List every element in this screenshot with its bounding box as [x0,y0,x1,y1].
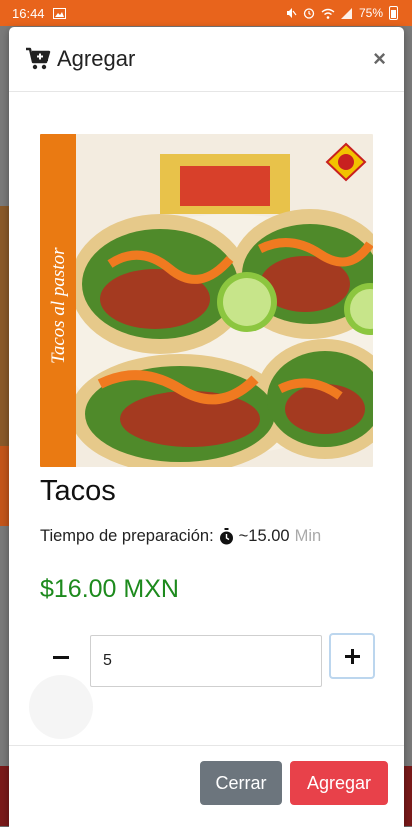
close-icon[interactable]: × [373,48,386,70]
wifi-icon [321,8,335,19]
signal-icon [340,7,352,19]
plus-icon-vertical [350,648,354,664]
quantity-input[interactable] [90,635,322,687]
decrease-quantity-button[interactable] [41,637,81,677]
image-banner-text: Tacos al pastor [48,247,69,364]
battery-icon [389,6,398,20]
increase-quantity-button[interactable] [329,633,375,679]
tacos-photo: Tacos al pastor [40,134,373,467]
cart-plus-icon [26,47,51,70]
stopwatch-icon [219,528,233,545]
modal-title-wrap: Agregar [25,46,135,72]
add-button[interactable]: Agregar [290,761,388,805]
prep-value: ~15.00 [238,527,290,545]
alarm-icon [303,8,315,19]
prep-time: Tiempo de preparación: ~15.00 Min [40,527,321,546]
modal-footer [9,745,404,746]
modal-title: Agregar [57,46,136,71]
status-time: 16:44 [12,5,45,21]
minus-icon [53,655,69,659]
modal-header: Agregar × [9,27,404,92]
status-bar: 16:44 75% [0,0,412,26]
prep-unit: Min [294,527,322,545]
product-name: Tacos [40,475,116,507]
product-image: Tacos al pastor [40,134,373,467]
product-price: $16.00 MXN [40,575,179,603]
close-button[interactable]: Cerrar [200,761,282,805]
add-to-cart-modal: Agregar × Tacos al pastor Tacos Tiempo d… [9,27,404,827]
prep-label: Tiempo de preparación: [40,527,214,545]
decorative-circle [29,675,93,739]
mute-icon [286,8,297,18]
gallery-icon [52,7,66,19]
battery-percent: 75% [358,6,383,20]
